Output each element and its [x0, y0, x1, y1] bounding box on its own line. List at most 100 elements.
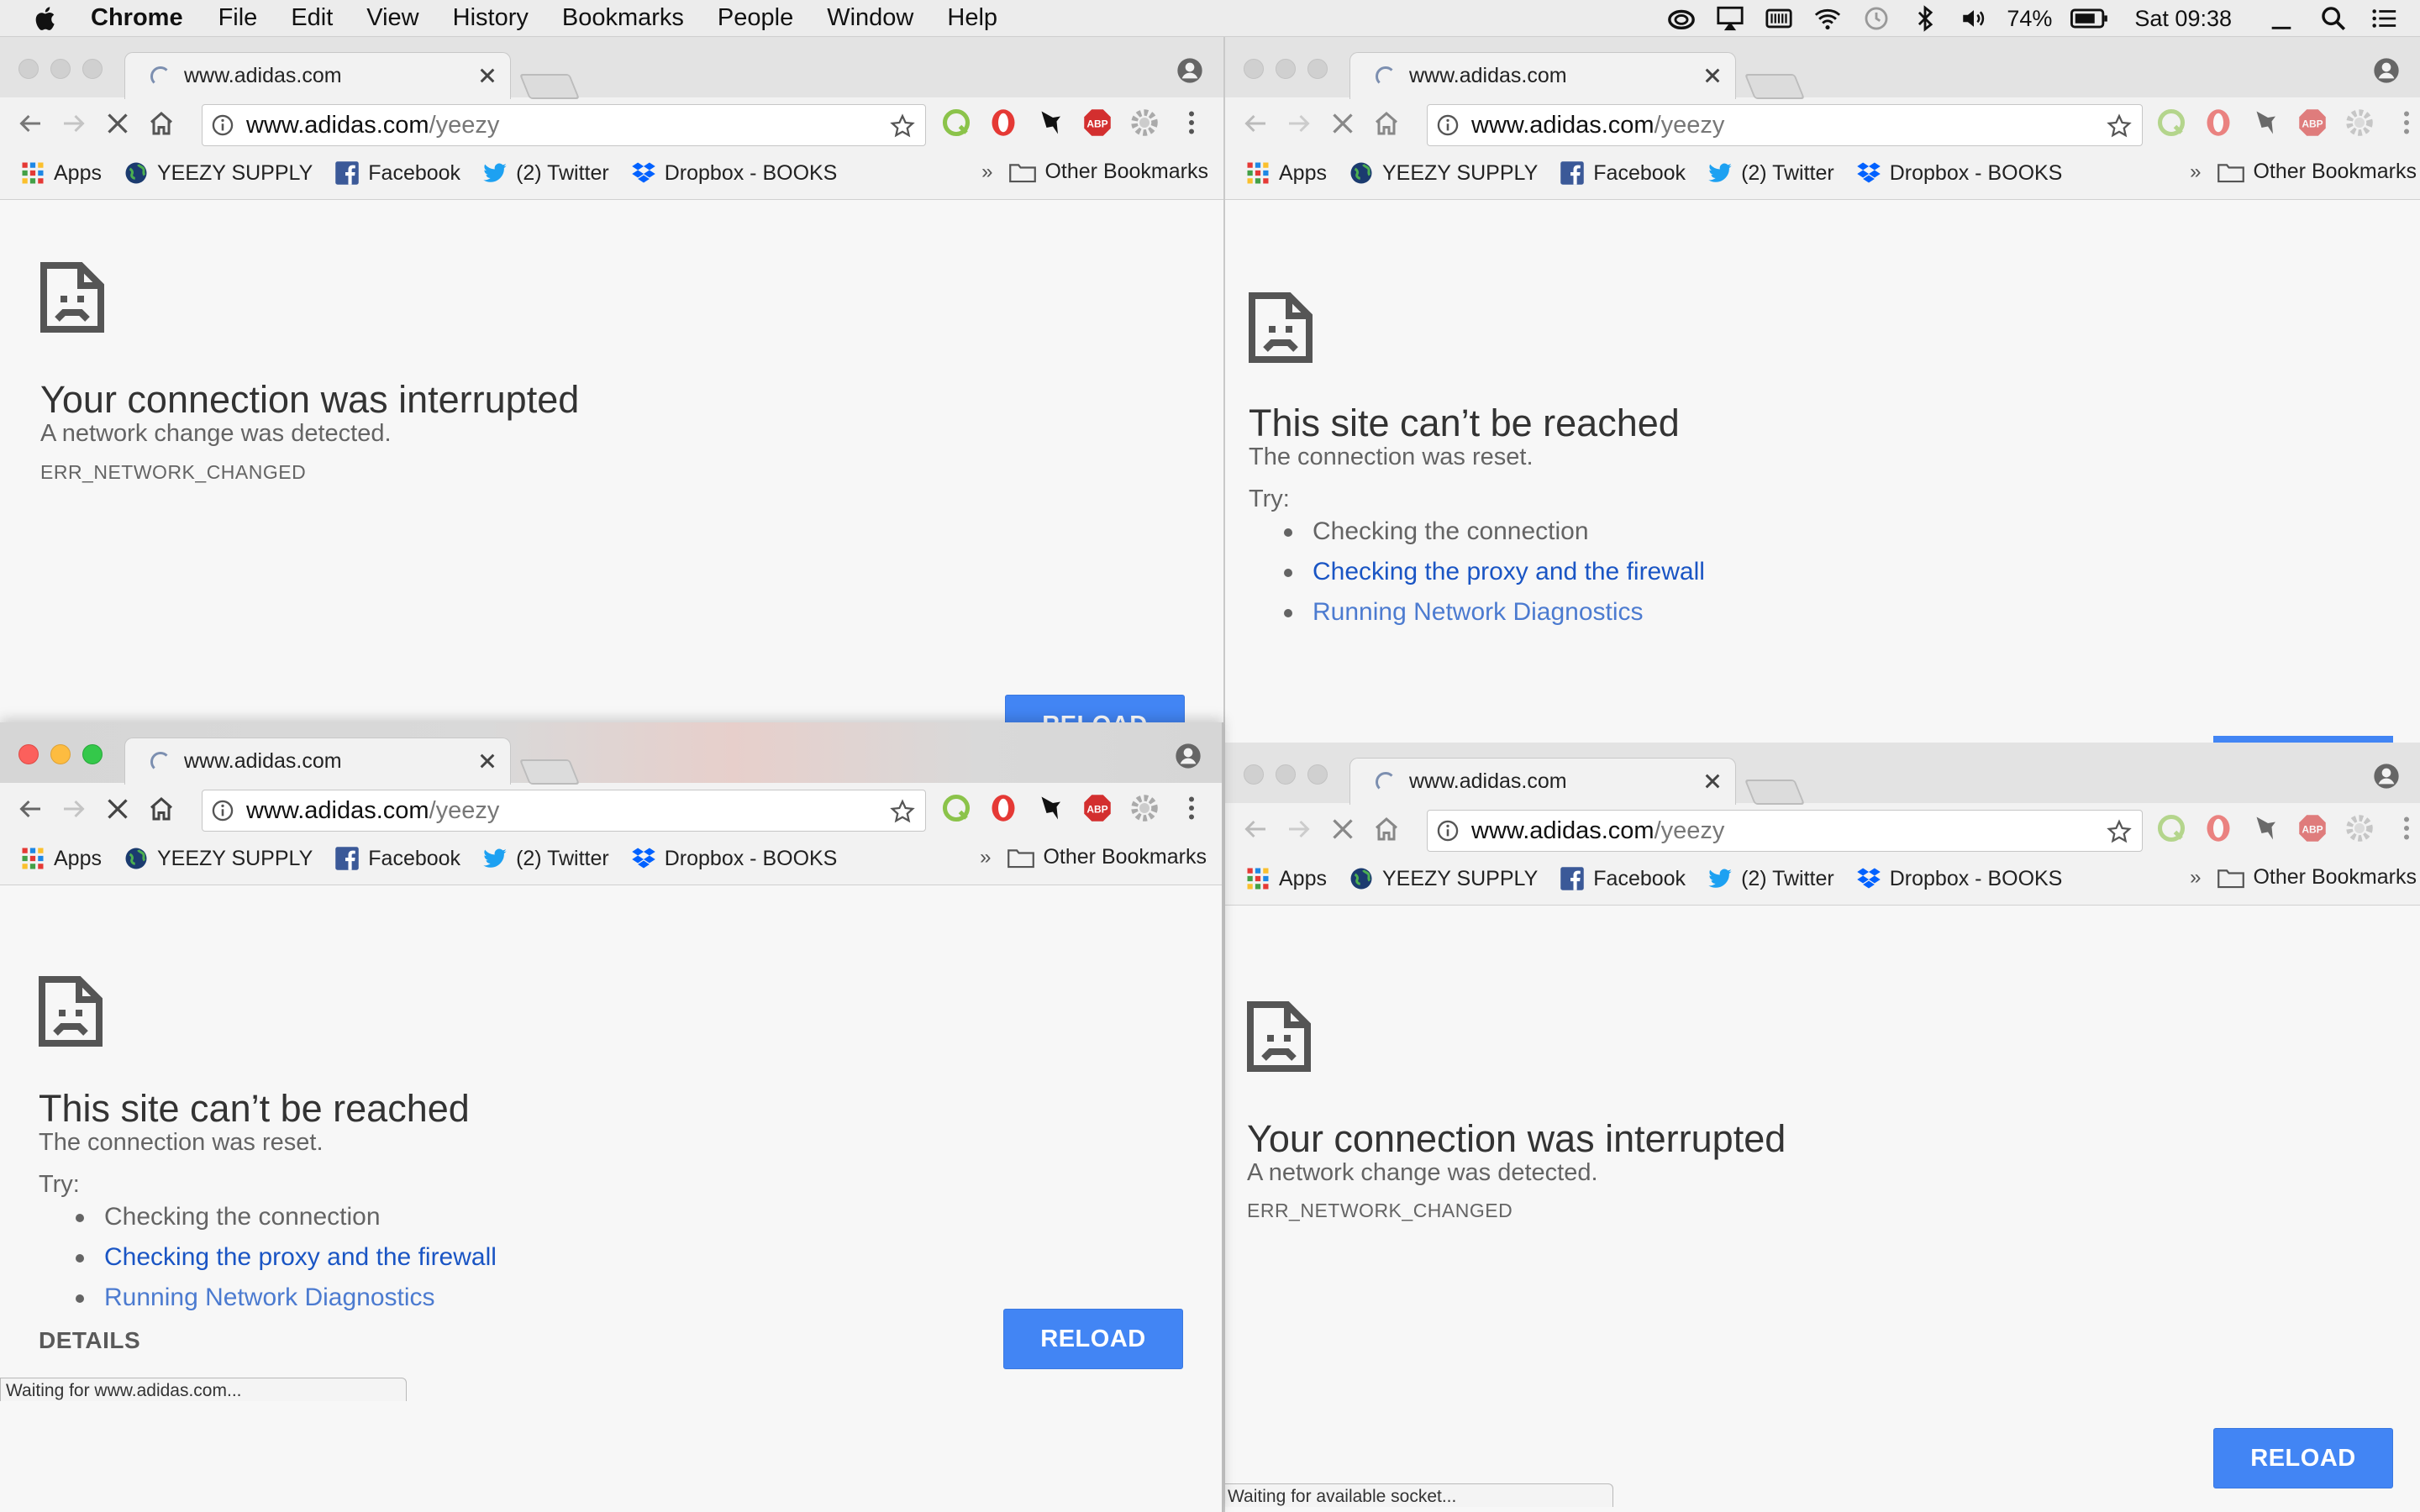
menu-people[interactable]: People: [718, 4, 793, 32]
menu-edit[interactable]: Edit: [291, 4, 333, 32]
chrome-menu-icon[interactable]: [2391, 108, 2420, 138]
volume-icon[interactable]: [1960, 4, 1988, 33]
menu-app-name[interactable]: Chrome: [91, 4, 183, 32]
other-bookmarks[interactable]: Other Bookmarks: [2253, 865, 2417, 890]
bird-extension-icon[interactable]: [1035, 793, 1065, 823]
close-window-button[interactable]: [18, 59, 39, 79]
profile-avatar-icon[interactable]: [1176, 57, 1203, 84]
back-arrow-icon[interactable]: [15, 794, 45, 824]
stop-loading-icon[interactable]: [103, 108, 133, 139]
quip-icon[interactable]: [941, 793, 971, 823]
abp-icon[interactable]: ABP: [2297, 108, 2328, 138]
tab-adidas[interactable]: www.adidas.com: [1349, 758, 1736, 805]
quip-icon[interactable]: [941, 108, 971, 138]
back-arrow-icon[interactable]: [1240, 108, 1270, 139]
profile-avatar-icon[interactable]: [2373, 57, 2400, 84]
menu-history[interactable]: History: [453, 4, 529, 32]
bookmarks-overflow-chevron[interactable]: »: [2190, 160, 2201, 184]
bookmark-dropbox[interactable]: Dropbox - BOOKS: [1856, 866, 2062, 891]
zoom-window-button[interactable]: [82, 744, 103, 764]
site-info-icon[interactable]: [1436, 113, 1460, 137]
forward-arrow-icon[interactable]: [59, 794, 89, 824]
bookmark-apps[interactable]: Apps: [20, 846, 102, 871]
address-bar[interactable]: www.adidas.com/yeezy: [1427, 810, 2143, 852]
bookmark-facebook[interactable]: Facebook: [1560, 160, 1686, 186]
menu-bookmarks[interactable]: Bookmarks: [562, 4, 684, 32]
bookmark-yeezy-supply[interactable]: YEEZY SUPPLY: [124, 846, 313, 871]
bookmark-twitter[interactable]: (2) Twitter: [482, 160, 609, 186]
tab-adidas[interactable]: www.adidas.com: [124, 738, 511, 785]
time-machine-icon[interactable]: [1862, 4, 1891, 33]
bird-extension-icon[interactable]: [1035, 108, 1065, 138]
site-info-icon[interactable]: [1436, 819, 1460, 843]
menu-window[interactable]: Window: [827, 4, 913, 32]
suggestion-network-diagnostics-link[interactable]: Running Network Diagnostics: [1284, 592, 1705, 633]
bookmark-yeezy-supply[interactable]: YEEZY SUPPLY: [1349, 866, 1538, 891]
suggestion-check-proxy-link[interactable]: Checking the proxy and the firewall: [1284, 552, 1705, 592]
abp-icon[interactable]: ABP: [2297, 813, 2328, 843]
menu-file[interactable]: File: [218, 4, 258, 32]
home-icon[interactable]: [146, 108, 176, 139]
other-bookmarks[interactable]: Other Bookmarks: [1043, 845, 1207, 869]
reload-button[interactable]: RELOAD: [2213, 1428, 2393, 1488]
bookmark-dropbox[interactable]: Dropbox - BOOKS: [631, 846, 837, 871]
tab-close-icon[interactable]: [1703, 66, 1722, 85]
settings-gear-icon[interactable]: [2344, 108, 2375, 138]
home-icon[interactable]: [1371, 814, 1402, 844]
details-button[interactable]: DETAILS: [39, 1327, 140, 1354]
forward-arrow-icon[interactable]: [59, 108, 89, 139]
bookmarks-overflow-chevron[interactable]: »: [980, 846, 991, 869]
profile-avatar-icon[interactable]: [2373, 763, 2400, 790]
site-info-icon[interactable]: [211, 799, 234, 822]
address-bar[interactable]: www.adidas.com/yeezy: [202, 790, 926, 832]
bluetooth-icon[interactable]: [1911, 4, 1939, 33]
close-window-button[interactable]: [1244, 764, 1264, 785]
close-window-button[interactable]: [1244, 59, 1264, 79]
suggestion-network-diagnostics-link[interactable]: Running Network Diagnostics: [76, 1278, 497, 1318]
abp-icon[interactable]: ABP: [1082, 108, 1113, 138]
menu-view[interactable]: View: [366, 4, 418, 32]
bookmark-apps[interactable]: Apps: [1245, 160, 1327, 186]
apple-logo-icon[interactable]: [32, 4, 60, 33]
tab-close-icon[interactable]: [478, 66, 497, 85]
tab-close-icon[interactable]: [478, 752, 497, 770]
chrome-menu-icon[interactable]: [2391, 813, 2420, 843]
settings-gear-icon[interactable]: [1129, 793, 1160, 823]
bookmark-apps[interactable]: Apps: [1245, 866, 1327, 891]
forward-arrow-icon[interactable]: [1284, 108, 1314, 139]
bookmarks-overflow-chevron[interactable]: »: [981, 160, 992, 184]
zoom-window-button[interactable]: [82, 59, 103, 79]
other-bookmarks[interactable]: Other Bookmarks: [1044, 160, 1208, 184]
forward-arrow-icon[interactable]: [1284, 814, 1314, 844]
new-tab-button[interactable]: [518, 759, 581, 785]
chrome-menu-icon[interactable]: [1176, 108, 1207, 138]
bookmark-yeezy-supply[interactable]: YEEZY SUPPLY: [1349, 160, 1538, 186]
address-bar[interactable]: www.adidas.com/yeezy: [1427, 104, 2143, 146]
bookmark-apps[interactable]: Apps: [20, 160, 102, 186]
zoom-window-button[interactable]: [1307, 59, 1328, 79]
memory-icon[interactable]: [1765, 4, 1793, 33]
new-tab-button[interactable]: [1744, 74, 1806, 99]
wifi-icon[interactable]: [1813, 4, 1842, 33]
tab-adidas[interactable]: www.adidas.com: [1349, 52, 1736, 99]
notification-center-icon[interactable]: [2370, 4, 2398, 33]
tab-adidas[interactable]: www.adidas.com: [124, 52, 511, 99]
suggestion-check-proxy-link[interactable]: Checking the proxy and the firewall: [76, 1237, 497, 1278]
home-icon[interactable]: [146, 794, 176, 824]
stop-loading-icon[interactable]: [1328, 108, 1358, 139]
quip-icon[interactable]: [2156, 108, 2186, 138]
profile-avatar-icon[interactable]: [1175, 743, 1202, 769]
bookmarks-overflow-chevron[interactable]: »: [2190, 866, 2201, 890]
bookmark-star-icon[interactable]: [2107, 819, 2132, 844]
bookmark-dropbox[interactable]: Dropbox - BOOKS: [631, 160, 837, 186]
bookmark-twitter[interactable]: (2) Twitter: [1707, 160, 1834, 186]
menu-help[interactable]: Help: [947, 4, 997, 32]
creative-cloud-icon[interactable]: [1667, 4, 1696, 33]
settings-gear-icon[interactable]: [1129, 108, 1160, 138]
opera-vpn-icon[interactable]: [2203, 813, 2233, 843]
settings-gear-icon[interactable]: [2344, 813, 2375, 843]
quip-icon[interactable]: [2156, 813, 2186, 843]
bookmark-facebook[interactable]: Facebook: [334, 160, 460, 186]
bookmark-facebook[interactable]: Facebook: [334, 846, 460, 871]
opera-vpn-icon[interactable]: [988, 793, 1018, 823]
